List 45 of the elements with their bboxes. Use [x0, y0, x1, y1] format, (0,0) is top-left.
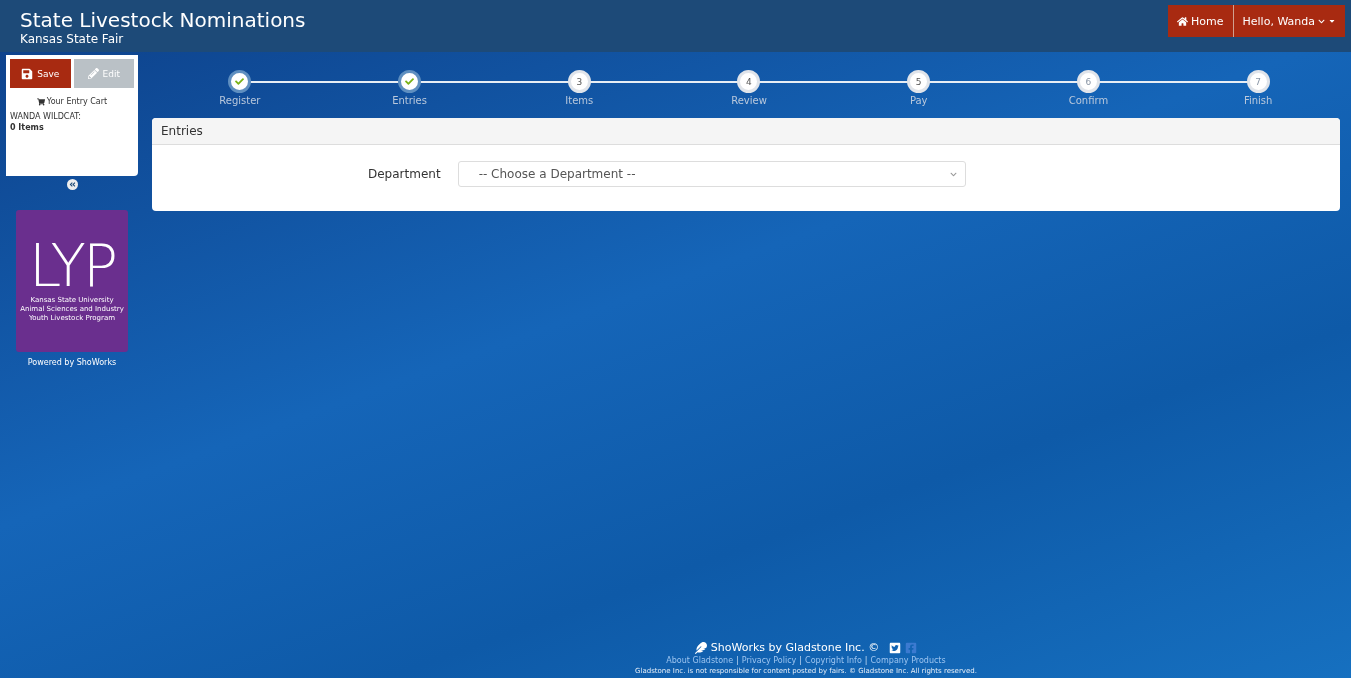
home-icon	[1177, 15, 1189, 27]
step-label: Register	[219, 95, 261, 106]
step-label: Pay	[909, 95, 928, 106]
footer-link[interactable]: Privacy Policy	[741, 656, 797, 665]
department-select[interactable]: -- Choose a Department --	[457, 161, 966, 187]
footer-brand: ShoWorks by Gladstone Inc. ©	[710, 641, 880, 654]
footer-link[interactable]: Company Products	[870, 656, 946, 665]
save-button[interactable]: Save	[10, 59, 71, 88]
link-separator: |	[864, 656, 868, 665]
page-title: State Livestock Nominations	[20, 8, 306, 32]
step-number: 3	[576, 76, 583, 87]
step-number: 4	[746, 76, 752, 87]
footer-link[interactable]: Copyright Info	[805, 656, 862, 665]
page-subtitle: Kansas State Fair	[20, 32, 125, 46]
footer-link[interactable]: About Gladstone	[666, 656, 734, 665]
cart-owner: WANDA WILDCAT:	[10, 112, 82, 121]
step-label: Finish	[1243, 95, 1273, 106]
logo-letters: LYP	[29, 236, 115, 296]
collapse-button[interactable]	[66, 179, 78, 190]
chevron-icon	[1318, 17, 1325, 25]
step-label: Confirm	[1068, 95, 1109, 106]
cart-icon	[36, 97, 45, 106]
home-button[interactable]: Home	[1168, 5, 1233, 37]
user-menu-button[interactable]: Hello, Wanda	[1232, 5, 1345, 37]
caret-icon	[1328, 17, 1336, 25]
link-separator: |	[799, 656, 803, 665]
twitter-icon[interactable]	[889, 641, 902, 654]
link-separator: |	[736, 656, 739, 665]
field-label: Department	[368, 167, 441, 181]
feather-icon	[694, 641, 707, 654]
save-icon	[21, 67, 34, 80]
check-icon	[235, 77, 245, 86]
powered-by-text: Powered by ShoWorks	[27, 358, 117, 367]
pencil-icon	[87, 68, 99, 79]
step-label: Review	[731, 95, 767, 106]
step-label: Items	[565, 95, 594, 106]
step-number: 6	[1085, 76, 1092, 87]
cart-title: Your Entry Cart	[46, 97, 108, 106]
chevron-icon	[949, 170, 957, 178]
step-label: Entries	[392, 95, 427, 106]
panel-title: Entries	[152, 118, 1340, 145]
cart-count: 0 Items	[10, 123, 45, 132]
step-number: 5	[915, 76, 922, 87]
step-number: 7	[1255, 76, 1261, 87]
check-icon	[405, 77, 415, 86]
